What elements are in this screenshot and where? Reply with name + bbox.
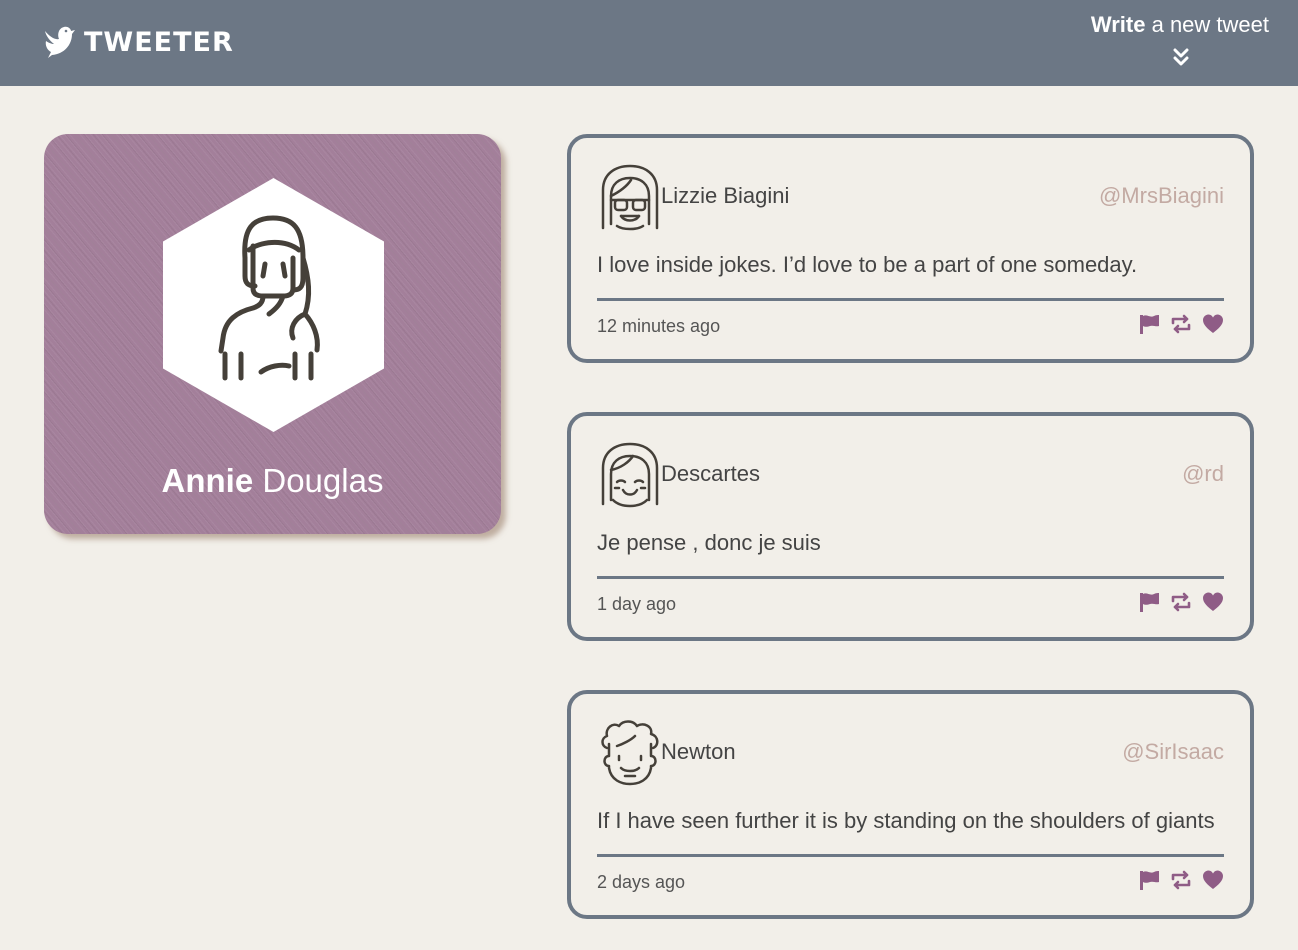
profile-card: Annie Douglas (44, 134, 501, 534)
tweet-card: Lizzie Biagini @MrsBiagini I love inside… (567, 134, 1254, 363)
smiling-avatar-icon (601, 442, 659, 508)
tweet-divider (597, 854, 1224, 857)
tweet-timestamp: 12 minutes ago (597, 316, 721, 336)
bird-icon (45, 26, 75, 58)
profile-last-name: Douglas (262, 462, 384, 499)
flag-icon[interactable] (1138, 869, 1160, 891)
retweet-icon[interactable] (1170, 313, 1192, 335)
profile-name: Annie Douglas (44, 462, 501, 500)
tweet-content: Je pense , donc je suis (597, 530, 821, 555)
retweet-icon[interactable] (1170, 591, 1192, 613)
profile-first-name: Annie (161, 462, 254, 499)
heart-icon[interactable] (1202, 313, 1224, 335)
tweet-author-name[interactable]: Lizzie Biagini (661, 183, 789, 209)
heart-icon[interactable] (1202, 591, 1224, 613)
tweet-actions (1138, 591, 1224, 613)
tweet-author-name[interactable]: Newton (661, 739, 736, 765)
tweet-timestamp: 2 days ago (597, 872, 686, 892)
double-chevron-down-icon[interactable] (1173, 48, 1189, 66)
brand-name: TWEETER (84, 26, 234, 58)
write-new-tweet-button[interactable]: Write a new tweet (1049, 12, 1269, 66)
compose-label-rest[interactable]: a new tweet (1145, 12, 1269, 37)
flag-icon[interactable] (1138, 591, 1160, 613)
compose-label[interactable]: Write a new tweet (1049, 12, 1269, 38)
tweet-divider (597, 298, 1224, 301)
tweet-actions (1138, 869, 1224, 891)
heart-icon[interactable] (1202, 869, 1224, 891)
tweet-timestamp: 1 day ago (597, 594, 677, 614)
tweet-author-handle[interactable]: @SirIsaac (1122, 739, 1224, 765)
retweet-icon[interactable] (1170, 869, 1192, 891)
tweet-actions (1138, 313, 1224, 335)
flag-icon[interactable] (1138, 313, 1160, 335)
tweet-content: I love inside jokes. I’d love to be a pa… (597, 252, 1138, 277)
tweet-author-handle[interactable]: @MrsBiagini (1099, 183, 1224, 209)
curly-hair-avatar-icon (601, 720, 659, 786)
brand-logo[interactable]: TWEETER (44, 22, 234, 62)
tweet-content: If I have seen further it is by standing… (597, 808, 1215, 833)
tweet-author-handle[interactable]: @rd (1182, 461, 1224, 487)
tweet-card: Newton @SirIsaac If I have seen further … (567, 690, 1254, 919)
compose-label-strong[interactable]: Write (1091, 12, 1146, 37)
tweet-divider (597, 576, 1224, 579)
sunglasses-avatar-icon (601, 164, 659, 231)
navbar: TWEETER Write a new tweet (0, 0, 1298, 86)
profile-avatar (163, 178, 384, 432)
tweet-card: Descartes @rd Je pense , donc je suis 1 … (567, 412, 1254, 641)
tweet-author-name[interactable]: Descartes (661, 461, 760, 487)
